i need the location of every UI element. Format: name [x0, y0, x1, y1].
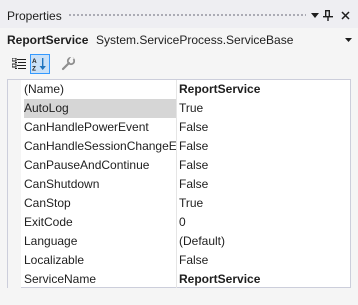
column-separator[interactable] — [176, 118, 177, 137]
property-value[interactable]: False — [179, 137, 347, 156]
property-value[interactable]: (Default) — [179, 232, 347, 251]
column-separator[interactable] — [176, 213, 177, 232]
column-separator[interactable] — [176, 137, 177, 156]
row-gutter — [8, 99, 21, 118]
property-row[interactable]: CanHandleSessionChangeEv False — [8, 137, 350, 156]
window-title: Properties — [7, 9, 62, 23]
close-icon[interactable] — [338, 8, 352, 22]
object-type: System.ServiceProcess.ServiceBase — [96, 33, 294, 47]
property-value[interactable]: True — [179, 194, 347, 213]
property-row[interactable]: CanShutdown False — [8, 175, 350, 194]
property-value[interactable]: 0 — [179, 213, 347, 232]
property-grid: (Name) ReportService AutoLog True CanHandleP… — [7, 79, 351, 289]
alphabetical-button[interactable]: A Z — [30, 54, 50, 74]
row-gutter — [8, 270, 21, 289]
column-separator[interactable] — [176, 194, 177, 213]
row-gutter — [8, 80, 21, 99]
alphabetical-icon: A Z — [32, 58, 46, 72]
properties-window: Properties ReportService System.ServiceP… — [0, 0, 358, 305]
property-name: Localizable — [24, 253, 85, 267]
row-gutter — [8, 194, 21, 213]
property-value[interactable]: False — [179, 156, 347, 175]
property-value[interactable]: False — [179, 251, 347, 270]
property-row[interactable]: Localizable False — [8, 251, 350, 270]
property-value[interactable]: ReportService — [179, 80, 347, 99]
property-row[interactable]: CanHandlePowerEvent False — [8, 118, 350, 137]
column-separator[interactable] — [176, 251, 177, 270]
row-gutter — [8, 213, 21, 232]
property-row[interactable]: (Name) ReportService — [8, 80, 350, 99]
categorized-button[interactable] — [9, 54, 29, 74]
window-titlebar[interactable]: Properties — [0, 0, 358, 28]
property-pages-button[interactable] — [58, 54, 78, 74]
row-gutter — [8, 175, 21, 194]
property-name: CanHandleSessionChangeEv — [24, 139, 176, 153]
property-name: CanStop — [24, 196, 71, 210]
column-separator[interactable] — [176, 270, 177, 289]
property-row[interactable]: ServiceName ReportService — [8, 270, 350, 289]
object-selector[interactable]: ReportService System.ServiceProcess.Serv… — [0, 30, 358, 51]
property-name: (Name) — [24, 82, 65, 96]
property-name: CanHandlePowerEvent — [24, 120, 149, 134]
property-row[interactable]: Language (Default) — [8, 232, 350, 251]
property-row[interactable]: AutoLog True — [8, 99, 350, 118]
object-name: ReportService — [7, 33, 89, 47]
property-name: CanPauseAndContinue — [24, 158, 150, 172]
categorized-icon — [12, 57, 26, 69]
row-gutter — [8, 232, 21, 251]
property-name: ServiceName — [24, 272, 97, 286]
property-value[interactable]: False — [179, 175, 347, 194]
properties-toolbar: A Z — [0, 54, 358, 76]
column-separator[interactable] — [176, 232, 177, 251]
property-value[interactable]: True — [179, 99, 347, 118]
pin-icon[interactable] — [321, 8, 335, 22]
column-separator[interactable] — [176, 156, 177, 175]
dropdown-arrow-icon[interactable] — [308, 8, 322, 22]
titlebar-grip[interactable] — [68, 13, 306, 18]
row-gutter — [8, 137, 21, 156]
svg-text:A: A — [32, 58, 37, 65]
row-gutter — [8, 118, 21, 137]
svg-text:Z: Z — [32, 66, 36, 72]
property-value[interactable]: ReportService — [179, 270, 347, 289]
property-name: AutoLog — [24, 99, 176, 118]
column-separator[interactable] — [176, 80, 177, 99]
property-name: ExitCode — [24, 215, 73, 229]
property-value[interactable]: False — [179, 118, 347, 137]
property-row[interactable]: CanStop True — [8, 194, 350, 213]
property-row[interactable]: ExitCode 0 — [8, 213, 350, 232]
chevron-down-icon[interactable] — [342, 34, 354, 46]
property-name: Language — [24, 234, 78, 248]
row-gutter — [8, 251, 21, 270]
column-separator[interactable] — [176, 99, 177, 118]
description-area — [0, 288, 358, 305]
property-row[interactable]: CanPauseAndContinue False — [8, 156, 350, 175]
row-gutter — [8, 156, 21, 175]
property-pages-icon — [61, 57, 75, 71]
column-separator[interactable] — [176, 175, 177, 194]
property-name: CanShutdown — [24, 177, 100, 191]
